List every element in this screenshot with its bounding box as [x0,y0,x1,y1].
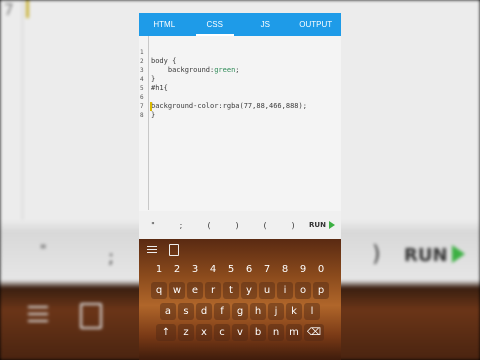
key-v[interactable]: v [232,324,248,341]
code-line: 3 } [139,57,164,83]
line-number: 8 [140,112,144,119]
key-8[interactable]: 8 [277,261,293,278]
symbol-close-paren-key[interactable]: ) [223,221,251,230]
keyboard: 1 2 3 4 5 6 7 8 9 0 q w e r t y u i o p … [139,239,341,360]
key-s[interactable]: s [178,303,194,320]
key-c[interactable]: c [214,324,230,341]
tab-js[interactable]: JS [240,13,291,36]
background-paren-key: ) [372,242,381,267]
background-gutter [22,0,23,220]
clipboard-icon[interactable] [169,244,179,256]
tab-html[interactable]: HTML [139,13,190,36]
key-9[interactable]: 9 [295,261,311,278]
background-semicolon-key: ; [108,247,115,268]
backspace-key[interactable]: ⌫ [304,324,324,341]
letter-row-3: ↑ z x c v b n m ⌫ [139,324,341,341]
key-r[interactable]: r [205,282,221,299]
tab-output[interactable]: OUTPUT [291,13,342,36]
tab-bar: HTML CSS JS OUTPUT [139,13,341,36]
code-text: background-color:rgba(77,88,466,888); [151,102,307,110]
number-row: 1 2 3 4 5 6 7 8 9 0 [139,261,341,278]
menu-icon[interactable] [147,245,157,255]
symbol-bar: " ; ( ) ( ) RUN [139,211,341,239]
background-line-number: 7 [4,0,14,19]
code-line: 4 #h1{ [139,66,168,92]
key-x[interactable]: x [196,324,212,341]
code-line: 5 [139,75,164,92]
code-editor[interactable]: 1 body { 2 background:green; 3 } 4 #h1{ … [139,36,341,210]
key-l[interactable]: l [304,303,320,320]
play-icon [328,221,335,229]
key-d[interactable]: d [196,303,212,320]
background-run-label: RUN [404,245,448,266]
key-a[interactable]: a [160,303,176,320]
symbol-open-paren-key[interactable]: ( [251,221,279,230]
background-play-icon [452,245,465,263]
key-5[interactable]: 5 [223,261,239,278]
code-line: 7 } [139,93,164,119]
symbol-close-paren-key[interactable]: ) [279,221,307,230]
key-6[interactable]: 6 [241,261,257,278]
key-f[interactable]: f [214,303,230,320]
key-4[interactable]: 4 [205,261,221,278]
key-h[interactable]: h [250,303,266,320]
key-t[interactable]: t [223,282,239,299]
letter-row-1: q w e r t y u i o p [139,282,341,299]
key-z[interactable]: z [178,324,194,341]
key-1[interactable]: 1 [151,261,167,278]
key-n[interactable]: n [268,324,284,341]
tab-css[interactable]: CSS [190,13,241,36]
key-k[interactable]: k [286,303,302,320]
run-button[interactable]: RUN [309,221,335,229]
key-j[interactable]: j [268,303,284,320]
shift-key[interactable]: ↑ [156,324,176,341]
key-m[interactable]: m [286,324,302,341]
code-line: 2 background:green; [139,48,240,74]
key-i[interactable]: i [277,282,293,299]
key-y[interactable]: y [241,282,257,299]
key-e[interactable]: e [187,282,203,299]
symbol-quote-key[interactable]: " [139,221,167,230]
phone-screen: HTML CSS JS OUTPUT 1 body { 2 background… [139,13,341,360]
text-cursor [150,102,152,111]
key-u[interactable]: u [259,282,275,299]
key-3[interactable]: 3 [187,261,203,278]
code-line: 6 background-color:rgba(77,88,466,888); [139,84,307,110]
background-clipboard-icon [80,303,102,329]
symbol-open-paren-key[interactable]: ( [195,221,223,230]
key-q[interactable]: q [151,282,167,299]
letter-row-2: a s d f g h j k l [139,303,341,320]
background-cursor [26,0,29,18]
key-w[interactable]: w [169,282,185,299]
background-menu-icon [28,306,48,327]
key-2[interactable]: 2 [169,261,185,278]
key-b[interactable]: b [250,324,266,341]
key-7[interactable]: 7 [259,261,275,278]
run-label: RUN [309,221,326,229]
keyboard-toolbar [139,239,341,261]
key-o[interactable]: o [295,282,311,299]
key-0[interactable]: 0 [313,261,329,278]
background-quote-key: " [40,243,47,259]
key-g[interactable]: g [232,303,248,320]
key-p[interactable]: p [313,282,329,299]
symbol-semicolon-key[interactable]: ; [167,221,195,230]
code-line: 1 body { [139,39,176,65]
